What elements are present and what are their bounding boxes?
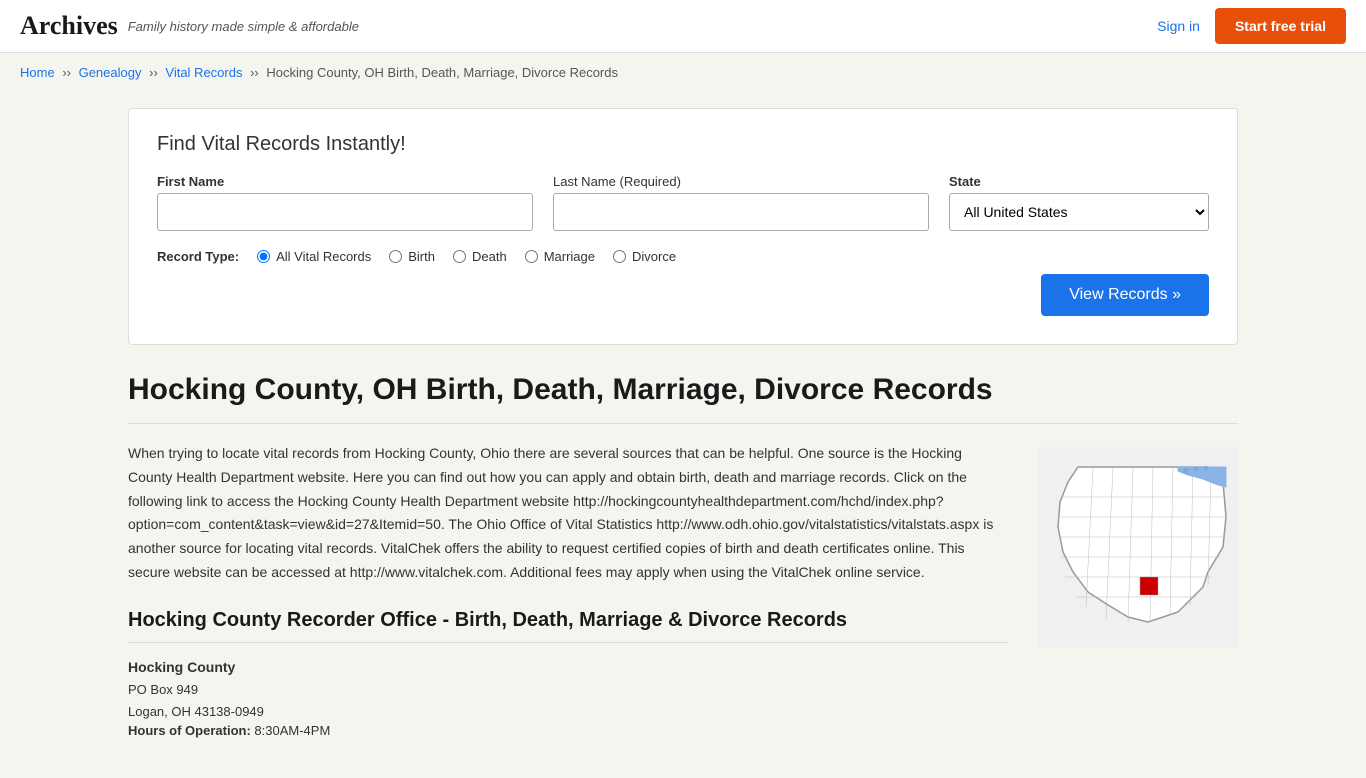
- breadcrumb-vital-records[interactable]: Vital Records: [165, 65, 242, 80]
- description: When trying to locate vital records from…: [128, 442, 1008, 585]
- state-select[interactable]: All United States Alabama Ohio: [949, 193, 1209, 231]
- page-title: Hocking County, OH Birth, Death, Marriag…: [128, 373, 1238, 424]
- last-name-input[interactable]: [553, 193, 929, 231]
- search-title: Find Vital Records Instantly!: [157, 133, 1209, 156]
- start-trial-button[interactable]: Start free trial: [1215, 8, 1346, 44]
- site-tagline: Family history made simple & affordable: [128, 19, 359, 34]
- sign-in-link[interactable]: Sign in: [1157, 18, 1200, 34]
- content-text: When trying to locate vital records from…: [128, 442, 1008, 738]
- breadcrumb-home[interactable]: Home: [20, 65, 55, 80]
- site-logo: Archives: [20, 11, 118, 41]
- section-header: Hocking County Recorder Office - Birth, …: [128, 609, 1008, 643]
- first-name-label: First Name: [157, 174, 533, 189]
- radio-death[interactable]: Death: [453, 249, 507, 264]
- view-records-button[interactable]: View Records »: [1041, 274, 1209, 316]
- radio-birth[interactable]: Birth: [389, 249, 435, 264]
- ohio-map: [1038, 442, 1238, 738]
- office-hours: Hours of Operation: 8:30AM-4PM: [128, 723, 1008, 738]
- breadcrumb-genealogy[interactable]: Genealogy: [79, 65, 142, 80]
- breadcrumb: Home ›› Genealogy ›› Vital Records ›› Ho…: [0, 53, 1366, 92]
- last-name-label: Last Name (Required): [553, 174, 929, 189]
- breadcrumb-current: Hocking County, OH Birth, Death, Marriag…: [266, 65, 618, 80]
- first-name-group: First Name: [157, 174, 533, 231]
- office-name: Hocking County: [128, 659, 1008, 675]
- header-left: Archives Family history made simple & af…: [20, 11, 359, 41]
- view-btn-row: View Records »: [157, 274, 1209, 316]
- radio-marriage[interactable]: Marriage: [525, 249, 595, 264]
- office-address-2: Logan, OH 43138-0949: [128, 701, 1008, 723]
- content-area: When trying to locate vital records from…: [128, 442, 1238, 738]
- main-content: Find Vital Records Instantly! First Name…: [108, 108, 1258, 778]
- hours-value: 8:30AM-4PM: [254, 723, 330, 738]
- site-header: Archives Family history made simple & af…: [0, 0, 1366, 53]
- record-type-row: Record Type: All Vital Records Birth Dea…: [157, 249, 1209, 264]
- office-address: PO Box 949 Logan, OH 43138-0949: [128, 679, 1008, 723]
- header-right: Sign in Start free trial: [1157, 8, 1346, 44]
- search-box: Find Vital Records Instantly! First Name…: [128, 108, 1238, 345]
- last-name-group: Last Name (Required): [553, 174, 929, 231]
- office-address-1: PO Box 949: [128, 679, 1008, 701]
- state-label: State: [949, 174, 1209, 189]
- hours-label: Hours of Operation:: [128, 723, 251, 738]
- record-type-label: Record Type:: [157, 249, 239, 264]
- form-row: First Name Last Name (Required) State Al…: [157, 174, 1209, 231]
- state-group: State All United States Alabama Ohio: [949, 174, 1209, 231]
- map-container: [1038, 447, 1238, 647]
- radio-all[interactable]: All Vital Records: [257, 249, 371, 264]
- ohio-map-svg: [1038, 447, 1238, 647]
- first-name-input[interactable]: [157, 193, 533, 231]
- radio-divorce[interactable]: Divorce: [613, 249, 676, 264]
